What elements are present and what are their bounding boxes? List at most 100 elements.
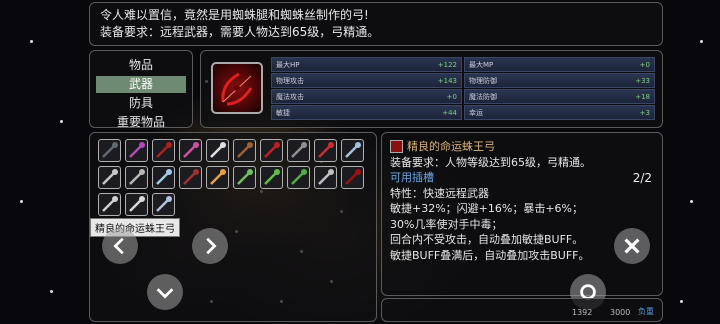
- item-effect-2: 30%几率使对手中毒；: [390, 217, 503, 231]
- inventory-slot[interactable]: [314, 166, 337, 189]
- category-armor[interactable]: 防具: [96, 95, 186, 112]
- stat-table: 最大HP +122 最大MP +0 物理攻击 +143 物理防御 +33 魔法攻击 +0 …: [271, 57, 657, 121]
- stat-magic-attack: 魔法攻击 +0: [271, 89, 462, 104]
- close-button[interactable]: [614, 228, 650, 264]
- stat-value: +0: [446, 92, 457, 101]
- chevron-left-icon: [113, 237, 124, 255]
- inventory-slot[interactable]: [98, 193, 121, 216]
- category-items[interactable]: 物品: [96, 57, 186, 74]
- weight-label: 负重: [638, 307, 654, 316]
- inventory-slot[interactable]: [206, 139, 229, 162]
- current-weight: 1392: [572, 308, 593, 317]
- inventory-slot[interactable]: [152, 166, 175, 189]
- inventory-slot[interactable]: [314, 139, 337, 162]
- dark-spear-icon: [183, 169, 199, 185]
- pink-staff-icon: [183, 142, 199, 158]
- inventory-slot[interactable]: [179, 139, 202, 162]
- scroll-down-button[interactable]: [147, 274, 183, 310]
- inventory-slot[interactable]: [152, 139, 175, 162]
- stat-agility: 敏捷 +44: [271, 105, 462, 120]
- inventory-slot[interactable]: [125, 139, 148, 162]
- close-icon: [624, 238, 640, 254]
- stat-row: 物理攻击 +143 物理防御 +33: [271, 73, 657, 88]
- item-tooltip: 精良的命运蛛王弓: [90, 218, 180, 237]
- blue-sword-icon: [345, 142, 361, 158]
- green-flail-icon: [264, 169, 280, 185]
- description-line-2: 装备要求：远程武器，需要人物达到65级，弓精通。: [100, 25, 380, 39]
- stat-value: +0: [639, 60, 650, 69]
- stat-value: +33: [635, 76, 650, 85]
- stat-label: 魔法攻击: [276, 92, 304, 101]
- inventory-slot[interactable]: [287, 139, 310, 162]
- stat-label: 物理攻击: [276, 76, 304, 85]
- stat-value: +3: [639, 108, 650, 117]
- grey-hammer-icon: [291, 142, 307, 158]
- stat-physical-attack: 物理攻击 +143: [271, 73, 462, 88]
- category-weapons[interactable]: 武器: [96, 76, 186, 93]
- stat-physical-defense: 物理防御 +33: [464, 73, 655, 88]
- stat-magic-defense: 魔法防御 +18: [464, 89, 655, 104]
- stat-label: 魔法防御: [469, 92, 497, 101]
- selected-item-slot: [211, 62, 263, 114]
- category-panel: 物品 武器 防具 重要物品: [89, 50, 193, 131]
- next-page-button[interactable]: [192, 228, 228, 264]
- item-name-row: 精良的命运蛛王弓: [390, 139, 654, 155]
- stat-luck: 幸运 +3: [464, 105, 655, 120]
- max-weight: 3000: [610, 308, 631, 317]
- silver-sword-icon: [102, 169, 118, 185]
- stat-label: 最大MP: [469, 60, 494, 69]
- red-mace-icon: [318, 142, 334, 158]
- jade-sword-icon: [237, 169, 253, 185]
- steel-sword-icon: [129, 169, 145, 185]
- prev-page-button[interactable]: [102, 228, 138, 264]
- inventory-slot[interactable]: [233, 139, 256, 162]
- inventory-slot[interactable]: [98, 139, 121, 162]
- item-detail-panel: 精良的命运蛛王弓 装备要求：人物等级达到65级，弓精通。 可用插槽 2/2 特性…: [381, 132, 663, 296]
- inventory-slot[interactable]: [125, 166, 148, 189]
- dark-sword-icon: [102, 142, 118, 158]
- stat-value: +143: [437, 76, 457, 85]
- inventory-slot[interactable]: [206, 166, 229, 189]
- description-line-1: 令人难以置信，竟然是用蜘蛛腿和蜘蛛丝制作的弓!: [100, 8, 369, 22]
- inventory-slot[interactable]: [98, 166, 121, 189]
- item-trait: 特性：快速远程武器: [390, 186, 489, 200]
- blue-blade-icon: [156, 169, 172, 185]
- inventory-slot[interactable]: [260, 166, 283, 189]
- category-key-items[interactable]: 重要物品: [96, 114, 186, 131]
- stat-value: +18: [635, 92, 650, 101]
- silver-wand-icon: [318, 169, 334, 185]
- inventory-slot[interactable]: [233, 166, 256, 189]
- stats-panel: 最大HP +122 最大MP +0 物理攻击 +143 物理防御 +33 魔法攻击 +0 …: [200, 50, 663, 128]
- stat-row: 魔法攻击 +0 魔法防御 +18: [271, 89, 657, 104]
- weight-bar: 1392 3000 负重: [381, 298, 663, 322]
- purple-staff-icon: [129, 142, 145, 158]
- stat-row: 最大HP +122 最大MP +0: [271, 57, 657, 72]
- double-axe-icon: [210, 142, 226, 158]
- chevron-right-icon: [206, 237, 217, 255]
- red-hammer-icon: [264, 142, 280, 158]
- inventory-slot[interactable]: [152, 193, 175, 216]
- red-axe-icon: [156, 142, 172, 158]
- item-effect-1: 敏捷+32%；闪避+16%；暴击+6%；: [390, 202, 583, 215]
- stat-label: 最大HP: [276, 60, 300, 69]
- inventory-slot[interactable]: [287, 166, 310, 189]
- inventory-slot[interactable]: [260, 139, 283, 162]
- chevron-down-icon: [156, 288, 174, 299]
- item-small-icon: [390, 140, 403, 154]
- flame-sword-icon: [210, 169, 226, 185]
- wing-bow-icon: [156, 196, 172, 212]
- wooden-staff-icon: [237, 142, 253, 158]
- stat-row: 敏捷 +44 幸运 +3: [271, 105, 657, 120]
- inventory-slot[interactable]: [341, 166, 364, 189]
- long-spear-icon: [102, 196, 118, 212]
- inventory-slot[interactable]: [341, 139, 364, 162]
- spider-bow-icon: [221, 72, 253, 106]
- item-requirement: 装备要求：人物等级达到65级，弓精通。: [390, 155, 591, 169]
- inventory-slot[interactable]: [125, 193, 148, 216]
- stat-label: 敏捷: [276, 108, 290, 117]
- stat-label: 幸运: [469, 108, 483, 117]
- stat-max-hp: 最大HP +122: [271, 57, 462, 72]
- socket-count: 2/2: [632, 171, 652, 185]
- item-description-panel: 令人难以置信，竟然是用蜘蛛腿和蜘蛛丝制作的弓! 装备要求：远程武器，需要人物达到…: [89, 2, 663, 46]
- inventory-slot[interactable]: [179, 166, 202, 189]
